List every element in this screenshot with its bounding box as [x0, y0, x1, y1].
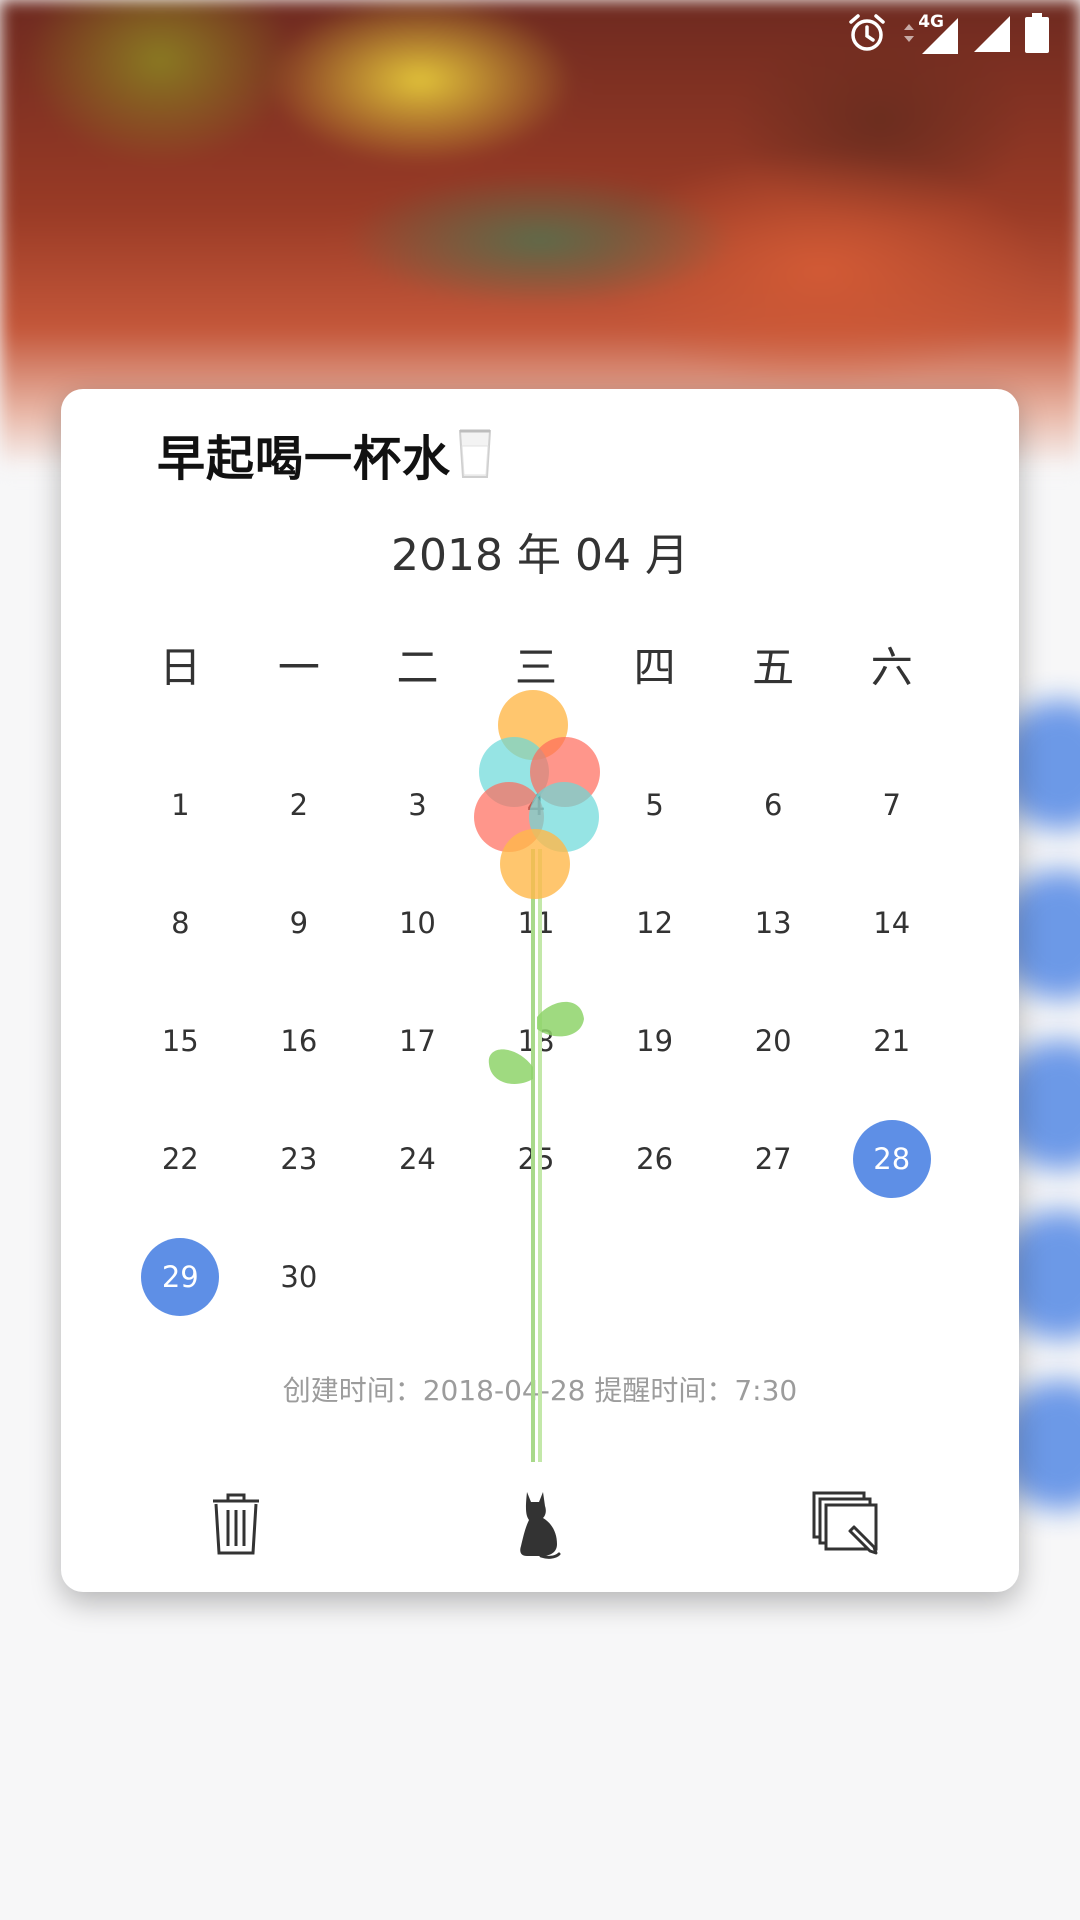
habit-title: 早起喝一杯水 [157, 431, 452, 487]
calendar-week-row: 22 23 24 25 26 27 28 [121, 1100, 951, 1218]
calendar-week-row: 29 30 [121, 1218, 951, 1336]
calendar-day[interactable]: 4 [477, 746, 596, 864]
calendar-day[interactable]: 3 [358, 746, 477, 864]
calendar-day[interactable]: 28 [832, 1100, 951, 1218]
day-number: 30 [280, 1260, 318, 1294]
calendar-day[interactable]: 14 [832, 864, 951, 982]
day-number: 25 [517, 1142, 555, 1176]
weekday-label: 四 [633, 643, 676, 692]
calendar-day[interactable]: 24 [358, 1100, 477, 1218]
calendar-day[interactable]: 7 [832, 746, 951, 864]
day-number: 8 [171, 906, 190, 940]
weekday-label: 日 [159, 643, 202, 692]
day-number: 9 [289, 906, 309, 940]
day-number: 20 [754, 1024, 792, 1058]
calendar-day[interactable]: 16 [240, 982, 359, 1100]
calendar-day[interactable]: 27 [714, 1100, 833, 1218]
day-number: 26 [636, 1142, 674, 1176]
milk-glass-icon [458, 429, 492, 478]
habit-card: 早起喝一杯水 2018 年 04 月 日 一 二 三 四 五 六 1234567… [61, 389, 1019, 1592]
day-number: 17 [398, 1024, 436, 1058]
day-number: 12 [636, 906, 674, 940]
calendar-day[interactable]: 15 [121, 982, 240, 1100]
calendar-day[interactable]: 23 [240, 1100, 359, 1218]
status-bar: 4G [846, 8, 1050, 58]
signal-icon-2 [974, 16, 1010, 52]
signal-icon [922, 18, 958, 54]
battery-icon [1025, 13, 1049, 53]
action-bar [61, 1479, 1019, 1579]
edit-cards-icon [812, 1491, 878, 1555]
cat-icon [520, 1492, 561, 1559]
calendar-day[interactable]: 25 [477, 1100, 596, 1218]
calendar-day[interactable]: 1 [121, 746, 240, 864]
day-number: 28 [873, 1142, 911, 1176]
calendar-empty-cell [477, 1218, 596, 1336]
created-reminder-info: 创建时间：2018-04-28 提醒时间：7:30 [282, 1374, 798, 1407]
day-number: 2 [289, 788, 309, 822]
calendar-day[interactable]: 5 [595, 746, 714, 864]
calendar-day[interactable]: 11 [477, 864, 596, 982]
data-arrows-icon [904, 24, 915, 42]
weekday-label: 二 [396, 643, 439, 692]
calendar-day[interactable]: 13 [714, 864, 833, 982]
calendar-day[interactable]: 29 [121, 1218, 240, 1336]
delete-button[interactable] [191, 1479, 281, 1569]
day-number: 7 [882, 788, 901, 822]
calendar-empty-cell [832, 1218, 951, 1336]
weekday-label: 五 [752, 643, 795, 692]
day-number: 16 [280, 1024, 318, 1058]
calendar-day[interactable]: 12 [595, 864, 714, 982]
weekday-label: 一 [277, 643, 320, 692]
day-number: 10 [398, 906, 436, 940]
calendar-day[interactable]: 18 [477, 982, 596, 1100]
day-number: 15 [161, 1024, 199, 1058]
day-number: 13 [754, 906, 792, 940]
day-number: 3 [408, 788, 427, 822]
calendar-day[interactable]: 10 [358, 864, 477, 982]
calendar-day[interactable]: 19 [595, 982, 714, 1100]
calendar-day[interactable]: 17 [358, 982, 477, 1100]
title-row: 早起喝一杯水 [157, 419, 493, 489]
day-number: 22 [161, 1142, 199, 1176]
cat-button[interactable] [494, 1479, 584, 1569]
weekday-label: 三 [515, 643, 558, 692]
day-number: 4 [526, 788, 546, 822]
calendar-day[interactable]: 20 [714, 982, 833, 1100]
calendar-week-row: 8 9 10 11 12 13 14 [121, 864, 951, 982]
day-number: 19 [636, 1024, 674, 1058]
calendar-day[interactable]: 6 [714, 746, 833, 864]
weekday-header: 日 一 二 三 四 五 六 [121, 634, 951, 695]
day-number: 1 [171, 788, 190, 822]
day-number: 18 [517, 1024, 555, 1058]
calendar-day[interactable]: 2 [240, 746, 359, 864]
calendar-day[interactable]: 26 [595, 1100, 714, 1218]
edit-button[interactable] [801, 1479, 891, 1569]
day-number: 6 [763, 788, 783, 822]
calendar-week-row: 1 2 3 4 5 6 7 [121, 746, 951, 864]
day-number: 24 [398, 1142, 436, 1176]
trash-icon [213, 1493, 259, 1555]
calendar-grid: 1 2 3 4 5 6 7 8 9 10 11 12 13 14 15 16 17 18 19 20 21 22 23 24 2… [121, 746, 951, 1336]
calendar-week-row: 15 16 17 18 19 20 21 [121, 982, 951, 1100]
alarm-icon [849, 14, 885, 51]
calendar-day[interactable]: 8 [121, 864, 240, 982]
day-number: 14 [873, 906, 911, 940]
calendar-day[interactable]: 9 [240, 864, 359, 982]
day-number: 29 [161, 1260, 199, 1294]
day-number: 5 [645, 788, 664, 822]
calendar-day[interactable]: 21 [832, 982, 951, 1100]
day-number: 11 [517, 906, 555, 940]
day-number: 21 [873, 1024, 911, 1058]
calendar-empty-cell [358, 1218, 477, 1336]
day-number: 23 [280, 1142, 318, 1176]
calendar-empty-cell [714, 1218, 833, 1336]
day-number: 27 [754, 1142, 792, 1176]
weekday-label: 六 [870, 643, 913, 692]
calendar-empty-cell [595, 1218, 714, 1336]
calendar-day[interactable]: 22 [121, 1100, 240, 1218]
calendar-day[interactable]: 30 [240, 1218, 359, 1336]
month-label: 2018 年 04 月 [391, 530, 689, 581]
